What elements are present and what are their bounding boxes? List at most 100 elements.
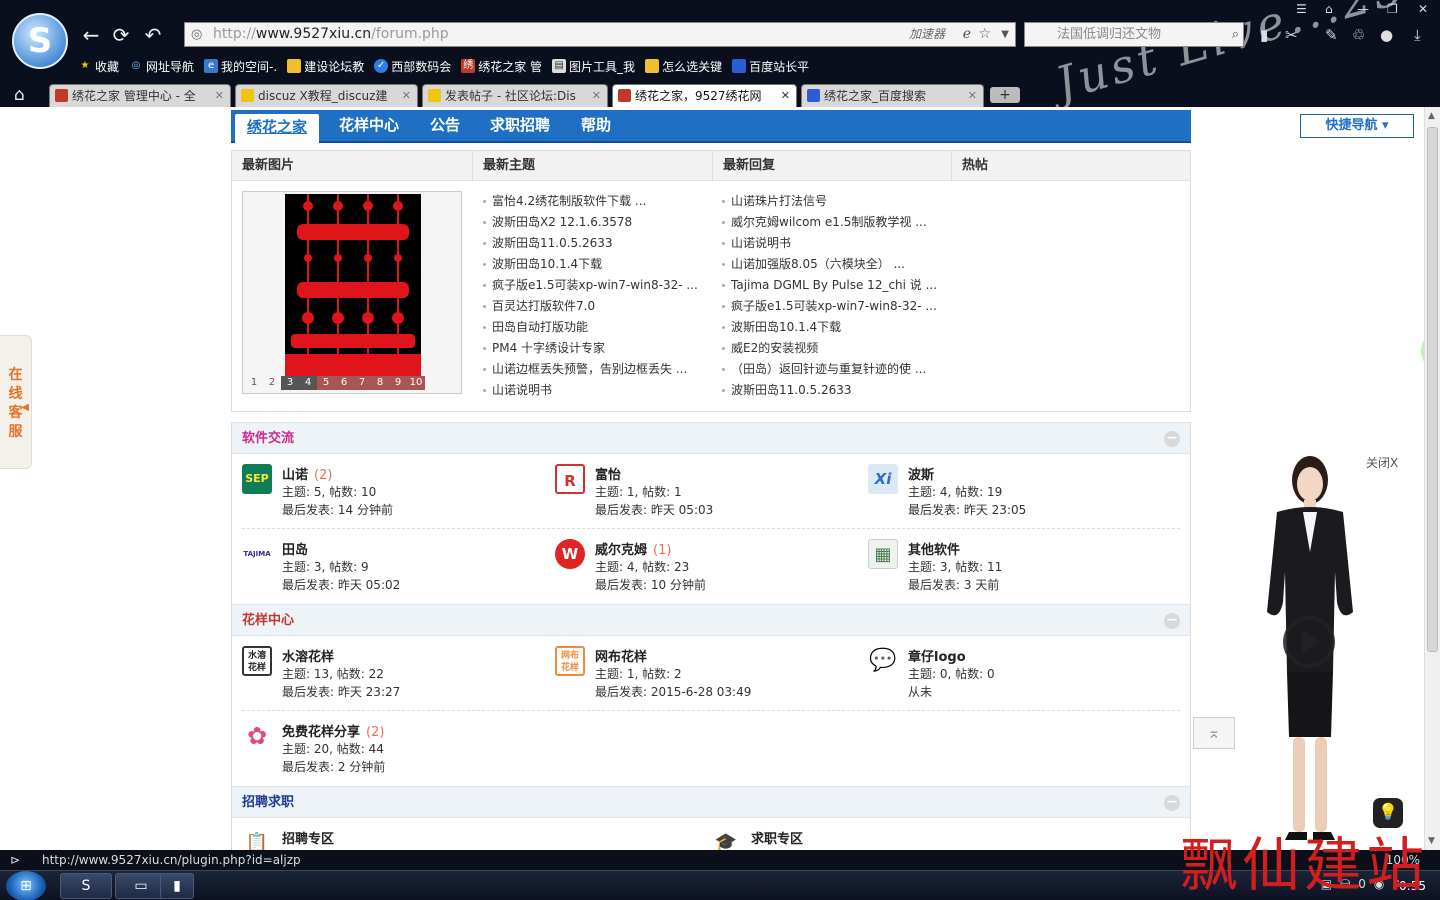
close-icon[interactable]: ✕ xyxy=(1418,2,1428,16)
pager-item[interactable]: 10 xyxy=(407,376,425,390)
fav-item-keywords[interactable]: 怎么选关键 xyxy=(645,57,722,75)
nav-item-jobs[interactable]: 求职招聘 xyxy=(478,110,562,141)
quick-nav-button[interactable]: 快捷导航 ▾ xyxy=(1300,114,1414,138)
collapse-icon[interactable]: − xyxy=(1164,795,1180,811)
fav-item-forum-tutorial[interactable]: 建设论坛教 xyxy=(287,57,364,75)
pager-item[interactable]: 2 xyxy=(263,376,281,390)
pager-item[interactable]: 6 xyxy=(335,376,353,390)
forum-last-post[interactable]: 最后发表: 昨天 23:27 xyxy=(282,683,400,700)
forum-last-post[interactable]: 最后发表: 2 分钟前 xyxy=(282,758,385,775)
forum-other-software[interactable]: ▦ 其他软件 主题: 3, 帖数: 11 最后发表: 3 天前 xyxy=(868,539,1168,599)
undo-close-button[interactable]: ↶ xyxy=(140,22,166,48)
scrollbar-thumb[interactable] xyxy=(1427,127,1438,652)
forum-name[interactable]: 波斯 xyxy=(908,464,940,483)
forum-last-post[interactable]: 最后发表: 昨天 05:03 xyxy=(595,501,713,518)
tab-close-icon[interactable]: ✕ xyxy=(215,85,224,107)
list-item[interactable]: 山诺边框丢失预警，告别边框丢失 ... xyxy=(482,359,698,380)
bookmark-star-icon[interactable]: ☆ xyxy=(978,23,991,46)
forum-stamp-logo[interactable]: 💬 章仔logo 主题: 0, 帖数: 0 从未 xyxy=(868,646,1168,706)
pager-item[interactable]: 4 xyxy=(299,376,317,390)
tab-discuz[interactable]: discuz X教程_discuz建 ✕ xyxy=(235,84,418,107)
clock[interactable]: 0:55 xyxy=(1399,879,1426,893)
nav-item-home[interactable]: 绣花之家 xyxy=(235,114,320,143)
forum-name[interactable]: 山诺 (2) xyxy=(282,464,332,483)
home-icon[interactable]: ⌂ xyxy=(14,85,25,105)
list-item[interactable]: 波斯田岛11.0.5.2633 xyxy=(721,380,937,401)
list-item[interactable]: 田岛自动打版功能 xyxy=(482,317,698,338)
dropdown-icon[interactable]: ▼ xyxy=(1001,23,1009,46)
tools-icon[interactable]: ✎ xyxy=(1325,26,1338,44)
tab-close-icon[interactable]: ✕ xyxy=(592,85,601,107)
image-slider[interactable]: 1 2 3 4 5 6 7 8 9 10 xyxy=(242,191,462,394)
list-item[interactable]: 百灵达打版软件7.0 xyxy=(482,296,698,317)
minimize-icon[interactable]: — xyxy=(1357,2,1369,16)
zoom-level[interactable]: 100% xyxy=(1386,850,1420,870)
recycle-icon[interactable]: ♲ xyxy=(1352,26,1365,44)
forum-water-soluble[interactable]: 水溶花样 水溶花样 主题: 13, 帖数: 22 最后发表: 昨天 23:27 xyxy=(242,646,542,706)
search-icon[interactable]: ⌕ xyxy=(1232,23,1239,46)
list-item[interactable]: 波斯田岛X2 12.1.6.3578 xyxy=(482,212,698,233)
forum-last-post[interactable]: 最后发表: 10 分钟前 xyxy=(595,576,706,593)
section-title[interactable]: 软件交流 xyxy=(242,423,294,455)
back-button[interactable]: ← xyxy=(78,22,104,48)
collapse-icon[interactable]: − xyxy=(1164,613,1180,629)
forum-last-post[interactable]: 最后发表: 昨天 05:02 xyxy=(282,576,400,593)
fav-item-collect[interactable]: ★ 收藏 xyxy=(78,57,120,75)
refresh-button[interactable]: ⟳ xyxy=(108,22,134,48)
tab-post[interactable]: 发表帖子 - 社区论坛:Dis ✕ xyxy=(422,84,608,107)
forum-recruit[interactable]: 📋 招聘专区 xyxy=(242,828,542,850)
tray-network-icon[interactable]: ⛁ xyxy=(1340,877,1350,891)
taskbar-browser-icon[interactable]: S xyxy=(60,873,112,899)
fav-item-space[interactable]: e 我的空间-. xyxy=(204,57,277,75)
forum-free-share[interactable]: ✿ 免费花样分享 (2) 主题: 20, 帖数: 44 最后发表: 2 分钟前 xyxy=(242,721,542,781)
fav-item-image-tool[interactable]: ▤ 图片工具_我 xyxy=(552,57,635,75)
extension-icon[interactable]: ▮ xyxy=(1260,26,1268,44)
slide-image[interactable] xyxy=(285,194,421,378)
list-item[interactable]: Tajima DGML By Pulse 12_chi 说 ... xyxy=(721,275,937,296)
accelerator-button[interactable]: 加速器 xyxy=(909,23,945,46)
forum-name[interactable]: 求职专区 xyxy=(751,828,803,847)
forum-name[interactable]: 水溶花样 xyxy=(282,646,340,665)
tab-close-icon[interactable]: ✕ xyxy=(402,85,411,107)
section-title[interactable]: 花样中心 xyxy=(242,605,294,637)
list-item[interactable]: 疯子版e1.5可装xp-win7-win8-32- ... xyxy=(721,296,937,317)
forum-name[interactable]: 田岛 xyxy=(282,539,314,558)
tab-close-icon[interactable]: ✕ xyxy=(968,85,977,107)
scroll-up-icon[interactable]: ▲ xyxy=(1428,111,1435,121)
lightbulb-icon[interactable]: 💡 xyxy=(1373,798,1403,828)
fav-item-admin[interactable]: 绣绣花之家 管 xyxy=(461,57,542,75)
forum-shannuo[interactable]: SEP 山诺 (2) 主题: 5, 帖数: 10 最后发表: 14 分钟前 xyxy=(242,464,542,524)
forum-fuyi[interactable]: R 富怡 主题: 1, 帖数: 1 最后发表: 昨天 05:03 xyxy=(555,464,855,524)
forum-name[interactable]: 富怡 xyxy=(595,464,627,483)
tab-close-icon[interactable]: ✕ xyxy=(781,85,790,107)
forum-tajima[interactable]: TAJIMA 田岛 主题: 3, 帖数: 9 最后发表: 昨天 05:02 xyxy=(242,539,542,599)
forum-name[interactable]: 免费花样分享 (2) xyxy=(282,721,384,740)
more-icon[interactable]: ● xyxy=(1380,26,1393,44)
forum-wilcom[interactable]: W 威尔克姆 (1) 主题: 4, 帖数: 23 最后发表: 10 分钟前 xyxy=(555,539,855,599)
forum-name[interactable]: 其他软件 xyxy=(908,539,966,558)
forum-mesh[interactable]: 网布花样 网布花样 主题: 1, 帖数: 2 最后发表: 2015-6-28 0… xyxy=(555,646,855,706)
download-icon[interactable]: ⤓ xyxy=(1414,26,1421,44)
pager-item[interactable]: 9 xyxy=(389,376,407,390)
tray-shield-icon[interactable]: ◉ xyxy=(1374,877,1384,891)
list-item[interactable]: 山诺说明书 xyxy=(482,380,698,401)
fav-item-west-digital[interactable]: ✓ 西部数码会 xyxy=(374,57,451,75)
forum-jobseek[interactable]: 🎓 求职专区 xyxy=(711,828,1011,850)
pager-item-current[interactable]: 3 xyxy=(281,376,299,390)
nav-item-help[interactable]: 帮助 xyxy=(569,110,623,141)
security-icon[interactable]: ◎ xyxy=(191,23,202,46)
page-scrollbar[interactable]: ▲ ▼ xyxy=(1424,107,1440,850)
list-item[interactable]: 山诺珠片打法信号 xyxy=(721,191,937,212)
forum-name[interactable]: 章仔logo xyxy=(908,646,972,665)
list-item[interactable]: （田岛）返回针迹与重复针迹的使 ... xyxy=(721,359,937,380)
forum-last-post[interactable]: 最后发表: 3 天前 xyxy=(908,576,999,593)
pager-item[interactable]: 1 xyxy=(245,376,263,390)
virtual-assistant[interactable] xyxy=(1245,452,1375,850)
search-box[interactable]: 法国低调归还文物 ⌕ xyxy=(1024,22,1244,47)
forum-bosi[interactable]: Xi 波斯 主题: 4, 帖数: 19 最后发表: 昨天 23:05 xyxy=(868,464,1168,524)
forum-last-post[interactable]: 最后发表: 2015-6-28 03:49 xyxy=(595,683,751,700)
list-item[interactable]: 山诺加强版8.05（六模块全） ... xyxy=(721,254,937,275)
list-item[interactable]: 山诺说明书 xyxy=(721,233,937,254)
forum-name[interactable]: 招聘专区 xyxy=(282,828,334,847)
search-input[interactable]: 法国低调归还文物 xyxy=(1057,27,1161,42)
